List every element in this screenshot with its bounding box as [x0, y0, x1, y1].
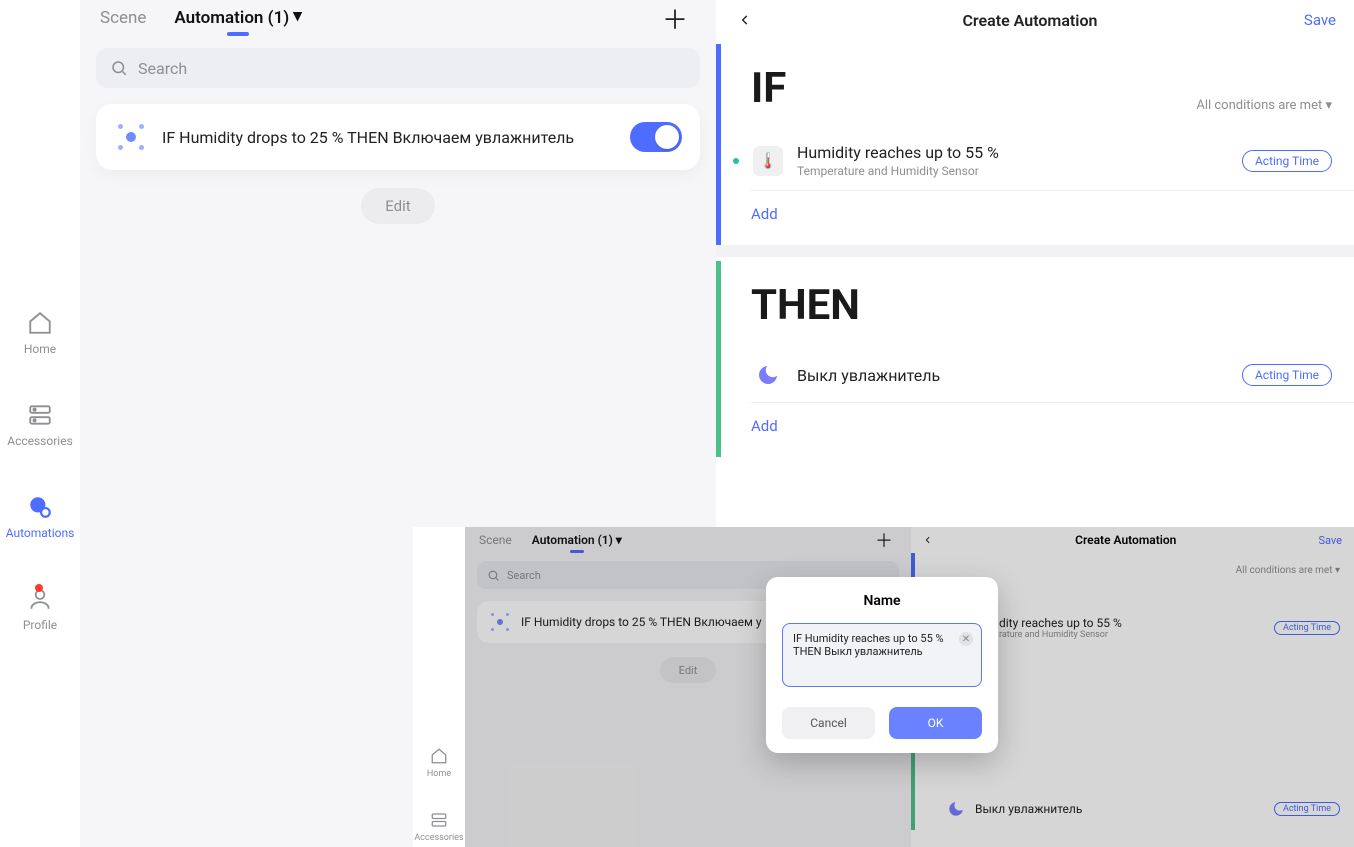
name-input-value: IF Humidity reaches up to 55 % THEN Выкл… — [793, 632, 944, 658]
sidebar-item-label: Profile — [23, 618, 57, 632]
if-heading: IF — [751, 64, 786, 113]
moon-icon — [753, 360, 783, 390]
if-block: IF All conditions are met ▾ 🌡️ Humidity … — [716, 44, 1354, 245]
mini-sidebar-item-accessories[interactable]: Accessories — [414, 811, 463, 843]
home-icon — [27, 310, 53, 336]
add-button[interactable]: ＋ — [662, 8, 696, 34]
action-title: Выкл увлажнитель — [797, 366, 1228, 385]
add-condition-button[interactable]: Add — [721, 191, 1354, 237]
acting-time-button[interactable]: Acting Time — [1242, 364, 1332, 386]
chevron-down-icon: ▾ — [293, 6, 302, 26]
nested-screenshot: Home Accessories Scene Automation (1) ▾ … — [413, 527, 1354, 847]
mini-sidebar-item-home[interactable]: Home — [427, 747, 451, 779]
rename-dialog: Name IF Humidity reaches up to 55 % THEN… — [766, 577, 998, 753]
sidebar-item-label: Automations — [6, 526, 75, 540]
sidebar-item-home[interactable]: Home — [24, 310, 56, 356]
sidebar-item-label: Accessories — [7, 434, 73, 448]
thermometer-icon: 🌡️ — [753, 146, 783, 176]
acting-time-button[interactable]: Acting Time — [1242, 150, 1332, 172]
automation-toggle[interactable] — [630, 122, 682, 152]
automation-detail-pane: Create Automation Save IF All conditions… — [716, 0, 1354, 527]
save-button[interactable]: Save — [1304, 11, 1336, 29]
sidebar-item-automations[interactable]: Automations — [6, 494, 75, 540]
search-input[interactable]: Search — [96, 48, 700, 88]
automation-card[interactable]: IF Humidity drops to 25 % THEN Включаем … — [96, 104, 700, 170]
then-action-row[interactable]: Выкл увлажнитель Acting Time — [721, 348, 1354, 402]
condition-title: Humidity reaches up to 55 % — [797, 143, 1228, 162]
home-icon — [430, 747, 448, 765]
tab-scene[interactable]: Scene — [100, 8, 146, 34]
chevron-down-icon: ▾ — [1325, 98, 1332, 113]
page-title: Create Automation — [756, 11, 1304, 30]
app-sidebar: Home Accessories Automations Profile — [0, 0, 80, 847]
detail-header: Create Automation Save — [716, 0, 1354, 40]
if-condition-row[interactable]: 🌡️ Humidity reaches up to 55 % Temperatu… — [721, 131, 1354, 190]
tabs: Scene Automation (1)▾ ＋ — [80, 0, 716, 34]
status-dot — [733, 158, 739, 164]
cancel-button[interactable]: Cancel — [782, 707, 875, 739]
dialog-title: Name — [782, 593, 982, 609]
then-heading: THEN — [751, 281, 860, 330]
tab-automation[interactable]: Automation (1)▾ — [174, 8, 301, 34]
accessories-icon — [430, 811, 448, 829]
sidebar-item-label: Home — [24, 342, 56, 356]
condition-device: Temperature and Humidity Sensor — [797, 164, 1228, 178]
ok-button[interactable]: OK — [889, 707, 982, 739]
conditions-mode-selector[interactable]: All conditions are met ▾ — [1196, 98, 1332, 113]
device-icon — [114, 120, 148, 154]
chevron-left-icon — [738, 13, 752, 27]
back-button[interactable] — [734, 13, 756, 27]
sidebar-item-accessories[interactable]: Accessories — [7, 402, 73, 448]
search-icon — [110, 59, 128, 77]
mini-sidebar: Home Accessories — [413, 527, 465, 847]
automation-card-text: IF Humidity drops to 25 % THEN Включаем … — [162, 128, 616, 147]
tab-automation-label: Automation (1) — [174, 8, 289, 28]
accessories-icon — [27, 402, 53, 428]
name-input[interactable]: IF Humidity reaches up to 55 % THEN Выкл… — [782, 623, 982, 687]
clear-input-button[interactable]: ✕ — [959, 632, 973, 646]
add-action-button[interactable]: Add — [721, 403, 1354, 449]
sidebar-item-profile[interactable]: Profile — [23, 586, 57, 632]
edit-button[interactable]: Edit — [361, 188, 435, 224]
automations-icon — [27, 494, 53, 520]
search-placeholder: Search — [138, 59, 187, 78]
then-block: THEN Выкл увлажнитель Acting Time Add — [716, 261, 1354, 457]
